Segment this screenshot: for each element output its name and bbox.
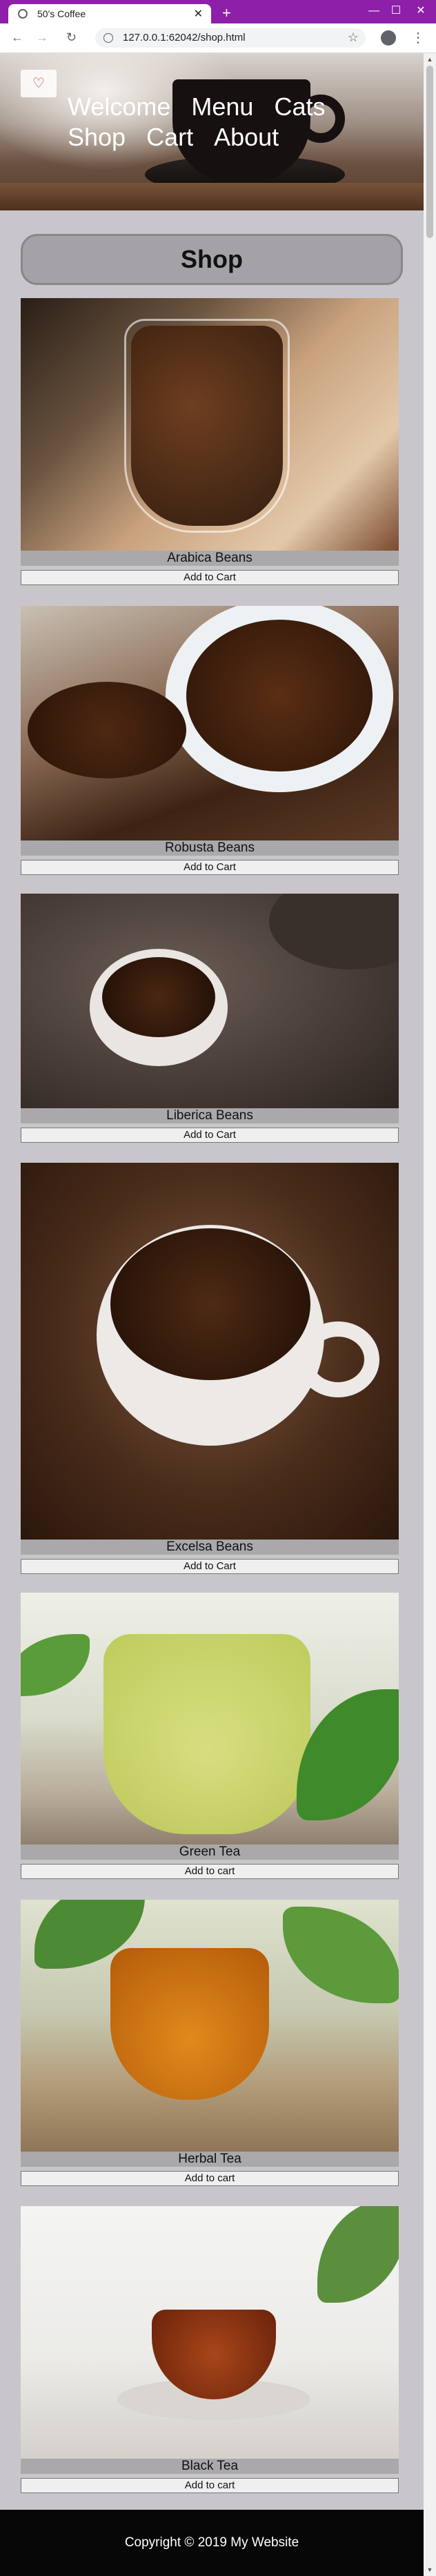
footer-copyright: Copyright © 2019 My Website: [124, 2535, 299, 2550]
account-icon[interactable]: [381, 30, 396, 46]
add-to-cart-button[interactable]: Add to Cart: [21, 860, 399, 875]
site-header: ♡ Welcome Menu Cats Shop Cart About: [0, 53, 424, 210]
tab-title: 50's Coffee: [37, 8, 86, 19]
browser-tab[interactable]: 50's Coffee ✕: [8, 4, 211, 23]
add-to-cart-button[interactable]: Add to cart: [21, 2478, 399, 2493]
forward-icon[interactable]: →: [36, 30, 48, 45]
product-image: [21, 298, 399, 551]
info-icon[interactable]: [103, 33, 113, 43]
product-name: Robusta Beans: [21, 840, 399, 856]
nav-shop[interactable]: Shop: [68, 122, 126, 153]
product-card: Arabica Beans Add to Cart: [21, 298, 399, 585]
nav-welcome[interactable]: Welcome: [68, 92, 170, 122]
favicon-icon: [18, 9, 28, 19]
reload-icon[interactable]: ↻: [66, 30, 77, 45]
product-card: Excelsa Beans Add to Cart: [21, 1163, 399, 1574]
nav-cart[interactable]: Cart: [146, 122, 193, 153]
product-card: Herbal Tea Add to cart: [21, 1900, 399, 2186]
add-to-cart-button[interactable]: Add to Cart: [21, 1128, 399, 1143]
add-to-cart-button[interactable]: Add to cart: [21, 1864, 399, 1879]
product-card: Green Tea Add to cart: [21, 1593, 399, 1879]
site-footer: Copyright © 2019 My Website: [0, 2510, 424, 2576]
menu-icon[interactable]: ⋮: [411, 29, 425, 46]
product-name: Black Tea: [21, 2459, 399, 2474]
maximize-icon[interactable]: ☐: [382, 3, 410, 19]
product-image: [21, 894, 399, 1108]
product-image: [21, 1163, 399, 1540]
scroll-thumb[interactable]: [426, 66, 433, 238]
url-text[interactable]: 127.0.0.1:62042/shop.html: [123, 32, 246, 43]
back-icon[interactable]: ←: [11, 30, 23, 45]
product-name: Liberica Beans: [21, 1108, 399, 1123]
window-close-icon[interactable]: ✕: [407, 3, 435, 19]
nav-about[interactable]: About: [214, 122, 279, 153]
add-to-cart-button[interactable]: Add to Cart: [21, 1559, 399, 1574]
close-icon[interactable]: ✕: [194, 7, 203, 21]
product-name: Herbal Tea: [21, 2152, 399, 2167]
product-name: Green Tea: [21, 1845, 399, 1860]
nav-menu[interactable]: Menu: [191, 92, 253, 122]
address-bar[interactable]: 127.0.0.1:62042/shop.html ☆: [95, 28, 366, 48]
add-to-cart-button[interactable]: Add to cart: [21, 2171, 399, 2186]
page-scrollbar[interactable]: ▲ ▼: [424, 53, 436, 2576]
star-icon[interactable]: ☆: [348, 30, 359, 45]
browser-titlebar: 50's Coffee ✕ + — ☐ ✕: [0, 0, 436, 23]
scroll-up-icon[interactable]: ▲: [424, 56, 436, 63]
main-nav: Welcome Menu Cats Shop Cart About: [68, 92, 371, 153]
product-image: [21, 606, 399, 840]
nav-cats[interactable]: Cats: [274, 92, 325, 122]
product-name: Arabica Beans: [21, 551, 399, 566]
product-name: Excelsa Beans: [21, 1540, 399, 1555]
product-image: [21, 2206, 399, 2459]
product-card: Black Tea Add to cart: [21, 2206, 399, 2493]
new-tab-icon[interactable]: +: [222, 4, 231, 22]
product-image: [21, 1900, 399, 2152]
product-card: Robusta Beans Add to Cart: [21, 606, 399, 875]
product-image: [21, 1593, 399, 1845]
browser-toolbar: ← → ↻ 127.0.0.1:62042/shop.html ☆ ⋮: [0, 23, 436, 53]
product-card: Liberica Beans Add to Cart: [21, 894, 399, 1143]
add-to-cart-button[interactable]: Add to Cart: [21, 570, 399, 585]
page-title: Shop: [21, 234, 403, 285]
scroll-down-icon[interactable]: ▼: [424, 2566, 436, 2573]
site-logo[interactable]: ♡: [21, 70, 57, 97]
page-viewport: ♡ Welcome Menu Cats Shop Cart About Shop Arab…: [0, 53, 424, 2576]
